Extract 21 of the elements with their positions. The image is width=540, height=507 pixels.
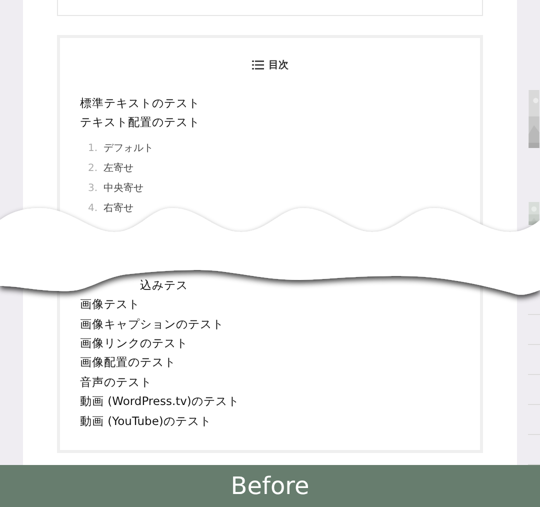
list-number: 4.: [88, 202, 98, 216]
toc-link[interactable]: テキスト配置のテスト: [80, 113, 200, 133]
toc-link[interactable]: 画像キャプションのテスト: [80, 314, 224, 334]
toc-link[interactable]: 動画 (YouTube)のテスト: [80, 412, 212, 432]
toc-link[interactable]: 画像配置のテスト: [80, 353, 176, 373]
toc-link[interactable]: 標準テキストのテスト: [80, 94, 200, 114]
toc-link[interactable]: 動画 (WordPress.tv)のテスト: [80, 392, 240, 412]
toc-link[interactable]: 込みテス: [140, 276, 188, 296]
toc-link[interactable]: 音声のテスト: [80, 372, 152, 392]
list-icon: [252, 60, 264, 70]
list-number: 1.: [88, 142, 98, 156]
banner-label: Before: [230, 472, 310, 500]
toc-link[interactable]: 画像テスト: [80, 295, 140, 315]
toc-link[interactable]: デフォルト: [104, 138, 154, 159]
toc-link[interactable]: 右寄せ: [104, 198, 134, 219]
toc-link[interactable]: 画像リンクのテスト: [80, 334, 188, 354]
toc-link[interactable]: 左寄せ: [104, 158, 134, 179]
list-number: 2.: [88, 162, 98, 176]
toc-title: 目次: [268, 58, 288, 72]
list-number: 3.: [88, 182, 98, 196]
toc-link[interactable]: 中央寄せ: [104, 178, 144, 199]
